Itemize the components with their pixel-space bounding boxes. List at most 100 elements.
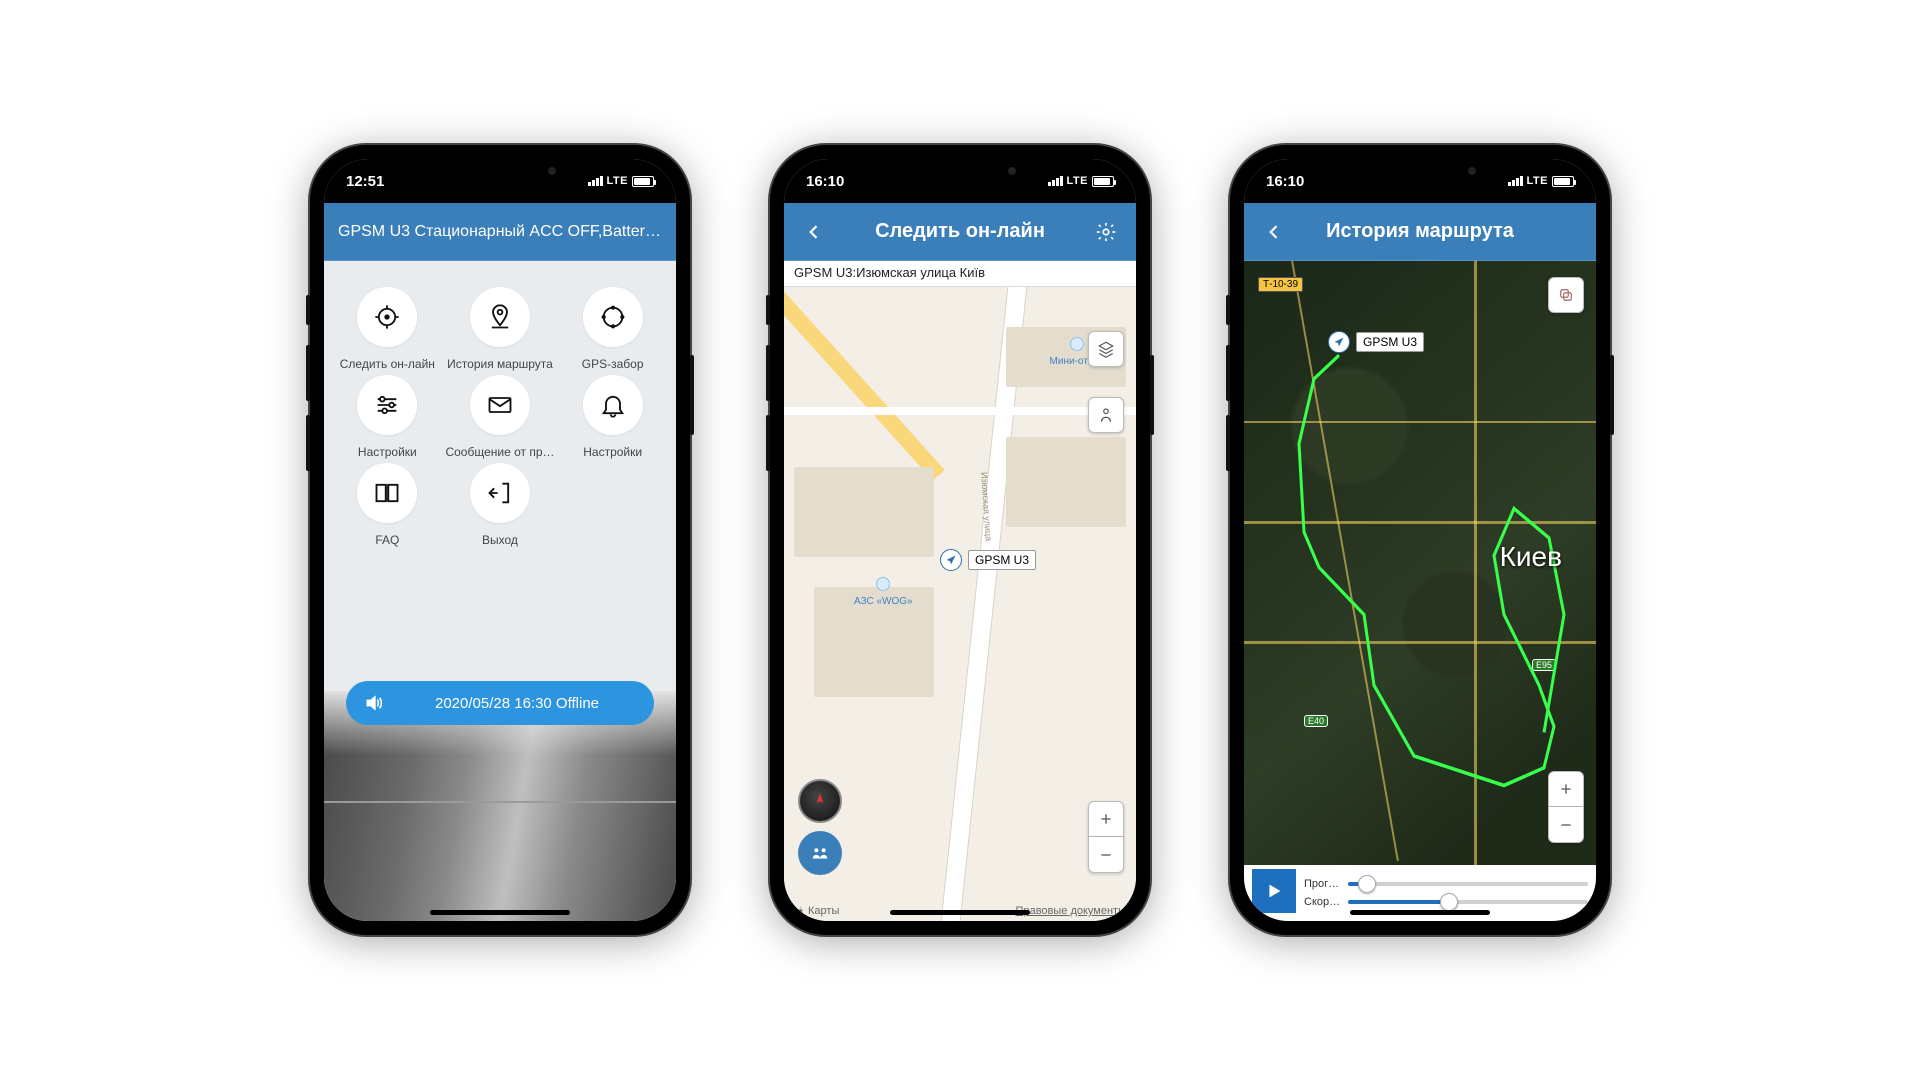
status-bar: 16:10 LTE (1244, 159, 1596, 203)
device-marker[interactable]: GPSM U3 (940, 549, 1036, 571)
home-indicator[interactable] (1350, 910, 1490, 915)
sliders-icon (373, 391, 401, 419)
route-polyline (1244, 261, 1596, 921)
bell-icon (599, 391, 627, 419)
navbar: История маршрута (1244, 203, 1596, 261)
apple-icon (794, 905, 806, 917)
map-layers-button[interactable] (1088, 331, 1124, 367)
back-button[interactable] (1250, 203, 1298, 260)
hotel-icon (1070, 337, 1084, 351)
chevron-left-icon (1264, 222, 1284, 242)
signal-icon (1508, 176, 1523, 186)
plus-icon (1098, 811, 1114, 827)
poi-label: АЗС «WOG» (854, 596, 913, 607)
signal-icon (588, 176, 603, 186)
background-cityscape (324, 691, 676, 921)
menu-faq[interactable]: FAQ (332, 463, 443, 547)
status-bar: 12:51 LTE (324, 159, 676, 203)
progress-label: Прог… (1304, 878, 1344, 890)
network-label: LTE (1527, 175, 1548, 187)
plus-icon (1558, 781, 1574, 797)
logout-icon (486, 479, 514, 507)
menu-label: FAQ (375, 533, 399, 547)
navbar: Следить он-лайн (784, 203, 1136, 261)
menu-geofence[interactable]: GPS-забор (557, 287, 668, 371)
speed-slider[interactable]: Скор… (1304, 896, 1588, 908)
streetview-icon (1097, 406, 1115, 424)
satellite-map[interactable]: Т-10-39 E95 E40 GPSM U3 Киев (1244, 261, 1596, 921)
menu-track-online[interactable]: Следить он-лайн (332, 287, 443, 371)
poi-gas[interactable]: АЗС «WOG» (854, 577, 913, 607)
home-indicator[interactable] (430, 910, 570, 915)
menu-label: Выход (482, 533, 518, 547)
status-text: 2020/05/28 16:30 Offline (398, 695, 636, 712)
clock: 16:10 (806, 173, 844, 190)
highway-badge: E40 (1304, 715, 1328, 727)
menu-settings[interactable]: Настройки (332, 375, 443, 459)
battery-icon (1552, 176, 1574, 187)
compass-icon (810, 791, 830, 811)
zoom-out-button[interactable] (1088, 837, 1124, 873)
page-title: История маршрута (1254, 220, 1586, 243)
mail-icon (486, 391, 514, 419)
home-indicator[interactable] (890, 910, 1030, 915)
minus-icon (1098, 847, 1114, 863)
menu-label: История маршрута (447, 357, 553, 371)
status-pill[interactable]: 2020/05/28 16:30 Offline (346, 681, 654, 725)
zoom-controls (1548, 771, 1584, 843)
highway-badge: E95 (1532, 659, 1556, 671)
device-marker[interactable]: GPSM U3 (1328, 331, 1424, 353)
back-button[interactable] (790, 203, 838, 260)
menu-label: Сообщение от пр… (445, 445, 554, 459)
page-title: GPSM U3 Стационарный ACC OFF,Battery1… (334, 223, 666, 241)
zoom-in-button[interactable] (1088, 801, 1124, 837)
road-badge: Т-10-39 (1258, 277, 1303, 292)
share-location-button[interactable] (798, 831, 842, 875)
compass-button[interactable] (798, 779, 842, 823)
phone-live-track: 16:10 LTE Следить он-лайн GPSM U3:Изюмск… (770, 145, 1150, 935)
map-layers-button[interactable] (1548, 277, 1584, 313)
marker-icon (940, 549, 962, 571)
people-icon (809, 842, 831, 864)
menu-label: GPS-забор (582, 357, 644, 371)
map-legal-link[interactable]: Правовые документы (1016, 905, 1126, 917)
phone-dashboard: 12:51 LTE GPSM U3 Стационарный ACC OFF,B… (310, 145, 690, 935)
clock: 16:10 (1266, 173, 1304, 190)
zoom-out-button[interactable] (1548, 807, 1584, 843)
layers-icon (1097, 340, 1115, 358)
navbar: GPSM U3 Стационарный ACC OFF,Battery1… (324, 203, 676, 261)
layers-icon (1557, 286, 1575, 304)
zoom-in-button[interactable] (1548, 771, 1584, 807)
speaker-icon (364, 693, 384, 713)
crosshair-icon (373, 303, 401, 331)
map-canvas[interactable]: Мини-отель АЗС «WOG» Изюмская улица GPSM… (784, 287, 1136, 921)
network-label: LTE (607, 175, 628, 187)
gear-icon (1095, 221, 1117, 243)
play-icon (1263, 880, 1285, 902)
menu-alerts[interactable]: Настройки (557, 375, 668, 459)
menu-label: Настройки (358, 445, 417, 459)
map-streetview-button[interactable] (1088, 397, 1124, 433)
battery-icon (632, 176, 654, 187)
zoom-controls (1088, 801, 1124, 873)
menu-messages[interactable]: Сообщение от пр… (445, 375, 556, 459)
city-label: Киев (1500, 541, 1562, 573)
menu-route-history[interactable]: История маршрута (445, 287, 556, 371)
gas-icon (876, 577, 890, 591)
marker-label: GPSM U3 (968, 550, 1036, 570)
progress-slider[interactable]: Прог… (1304, 878, 1588, 890)
menu-label: Следить он-лайн (340, 357, 435, 371)
chevron-left-icon (804, 222, 824, 242)
clock: 12:51 (346, 173, 384, 190)
network-label: LTE (1067, 175, 1088, 187)
menu-label: Настройки (583, 445, 642, 459)
signal-icon (1048, 176, 1063, 186)
fence-icon (599, 303, 627, 331)
play-button[interactable] (1252, 869, 1296, 913)
page-title: Следить он-лайн (794, 220, 1126, 243)
settings-button[interactable] (1082, 203, 1130, 260)
status-bar: 16:10 LTE (784, 159, 1136, 203)
minus-icon (1558, 817, 1574, 833)
menu-logout[interactable]: Выход (445, 463, 556, 547)
map-brand: Карты (794, 905, 839, 917)
